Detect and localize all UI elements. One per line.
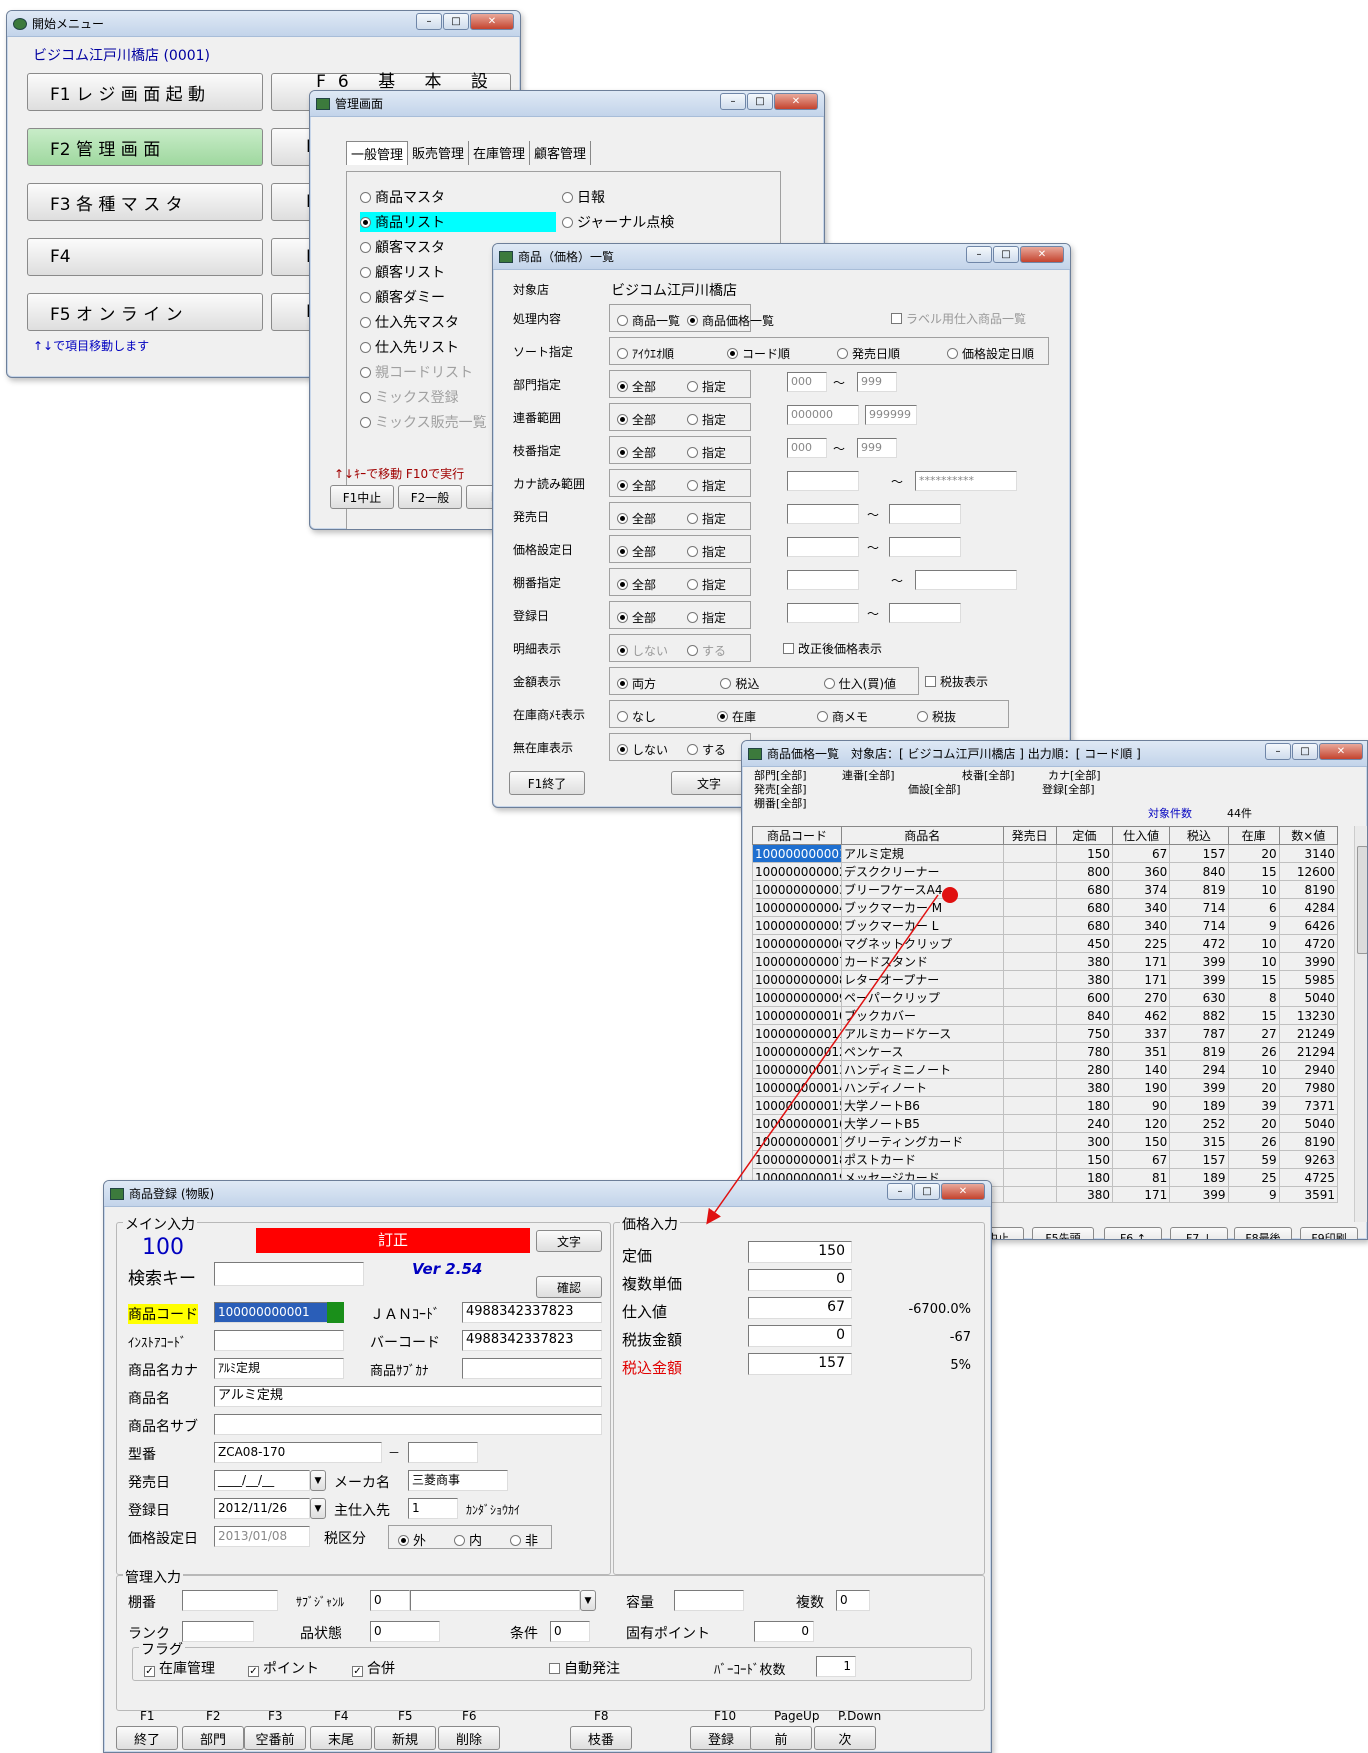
annotation-arrow — [706, 887, 958, 1225]
